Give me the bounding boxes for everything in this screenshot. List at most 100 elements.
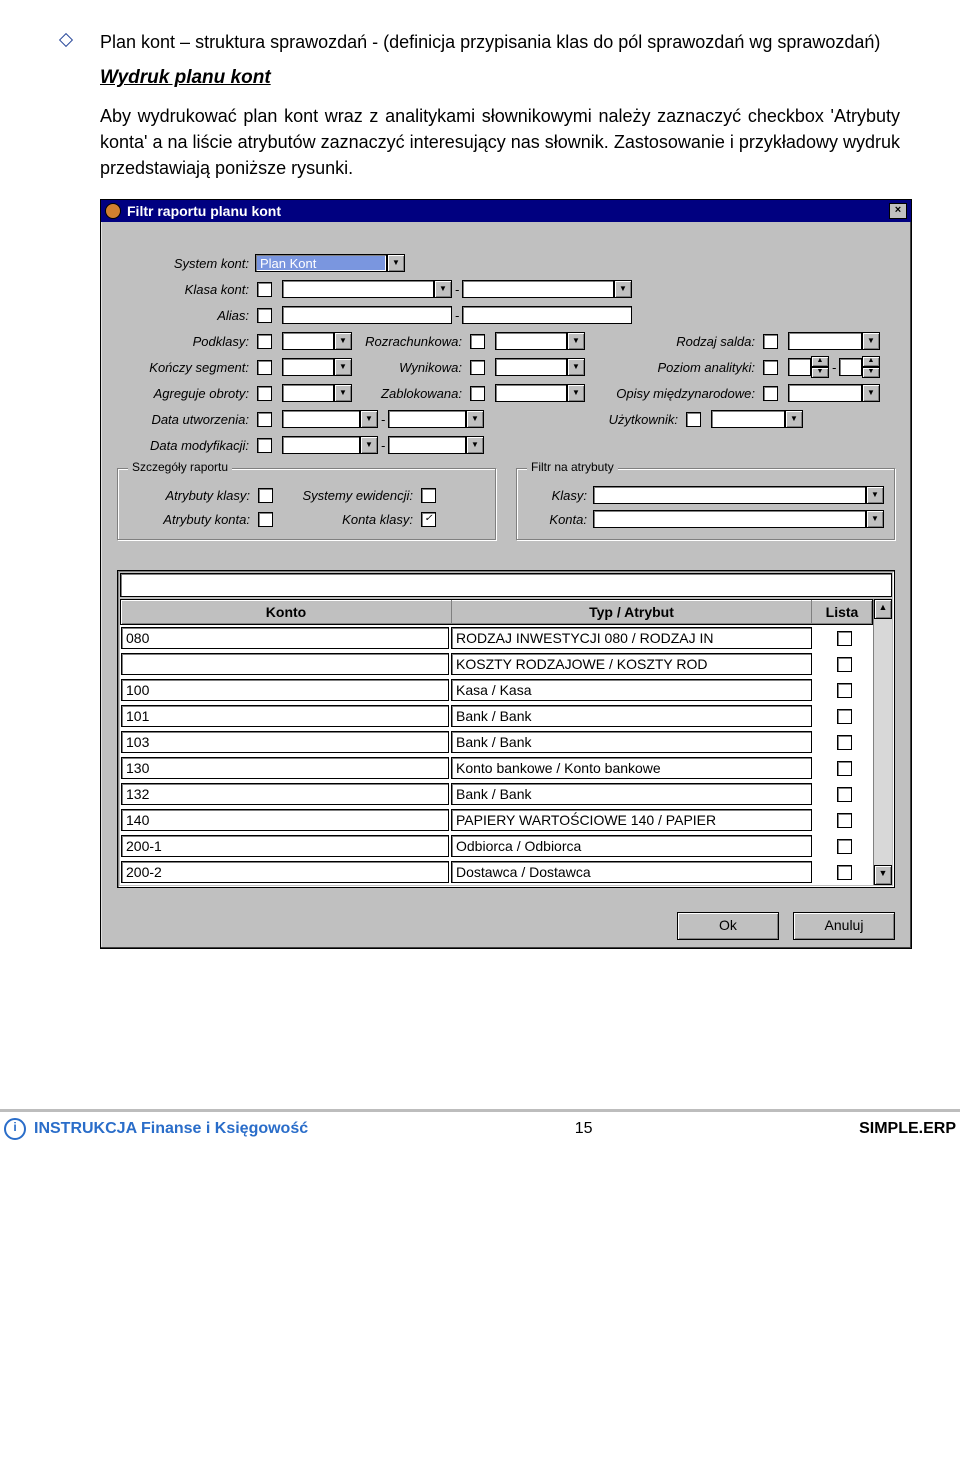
section-heading: Wydruk planu kont xyxy=(100,67,900,89)
dialog-titlebar[interactable]: Filtr raportu planu kont × xyxy=(101,200,911,222)
col-header-konto[interactable]: Konto xyxy=(121,600,452,624)
konczy-segment-checkbox[interactable] xyxy=(257,360,272,375)
poziom-analityki-checkbox[interactable] xyxy=(763,360,778,375)
grid-search-input[interactable] xyxy=(120,573,892,597)
info-icon: i xyxy=(4,1118,26,1140)
rodzaj-salda-combo[interactable]: ▼ xyxy=(788,332,880,350)
dialog-title: Filtr raportu planu kont xyxy=(127,203,281,219)
row-lista-checkbox[interactable] xyxy=(837,865,852,880)
row-lista-checkbox[interactable] xyxy=(837,813,852,828)
alias-from[interactable] xyxy=(282,306,452,324)
wynikowa-combo[interactable]: ▼ xyxy=(495,358,585,376)
data-utworzenia-from[interactable]: ▼ xyxy=(282,410,378,428)
data-grid: Konto Typ / Atrybut Lista 080RODZAJ INWE… xyxy=(117,570,895,888)
alias-checkbox[interactable] xyxy=(257,308,272,323)
col-header-lista[interactable]: Lista xyxy=(812,600,872,624)
footer-brand: SIMPLE.ERP xyxy=(859,1120,956,1138)
table-row[interactable]: 200-2Dostawca / Dostawca xyxy=(120,859,873,885)
group-filtr-atrybuty: Filtr na atrybuty Klasy: ▼ Konta: ▼ xyxy=(516,468,895,540)
konczy-segment-combo[interactable]: ▼ xyxy=(282,358,352,376)
table-row[interactable]: 200-1Odbiorca / Odbiorca xyxy=(120,833,873,859)
footer-page-number: 15 xyxy=(575,1120,593,1138)
table-row[interactable]: 132Bank / Bank xyxy=(120,781,873,807)
podklasy-combo[interactable]: ▼ xyxy=(282,332,352,350)
data-utworzenia-checkbox[interactable] xyxy=(257,412,272,427)
table-row[interactable]: 101Bank / Bank xyxy=(120,703,873,729)
diamond-icon xyxy=(60,34,72,46)
system-kont-combo[interactable]: Plan Kont ▼ xyxy=(255,254,405,272)
rodzaj-salda-checkbox[interactable] xyxy=(763,334,778,349)
label-agreguje-obroty: Agreguje obroty: xyxy=(117,386,255,401)
uzytkownik-combo[interactable]: ▼ xyxy=(711,410,803,428)
table-row[interactable]: 080RODZAJ INWESTYCJI 080 / RODZAJ IN xyxy=(120,625,873,651)
uzytkownik-checkbox[interactable] xyxy=(686,412,701,427)
label-konczy-segment: Kończy segment: xyxy=(117,360,255,375)
cancel-button[interactable]: Anuluj xyxy=(793,912,895,940)
row-lista-checkbox[interactable] xyxy=(837,657,852,672)
label-atrybuty-klasy: Atrybuty klasy: xyxy=(128,488,256,503)
chevron-down-icon[interactable]: ▼ xyxy=(387,254,405,272)
atrybuty-konta-checkbox[interactable] xyxy=(258,512,273,527)
systemy-ewidencji-checkbox[interactable] xyxy=(421,488,436,503)
bullet-item: Plan kont – struktura sprawozdań - (defi… xyxy=(60,30,900,55)
label-system-kont: System kont: xyxy=(117,256,255,271)
zablokowana-checkbox[interactable] xyxy=(470,386,485,401)
wynikowa-checkbox[interactable] xyxy=(470,360,485,375)
klasa-kont-to[interactable]: ▼ xyxy=(462,280,632,298)
footer-title: INSTRUKCJA Finanse i Księgowość xyxy=(34,1120,308,1138)
label-data-modyfikacji: Data modyfikacji: xyxy=(117,438,255,453)
label-systemy-ewidencji: Systemy ewidencji: xyxy=(273,488,419,503)
filtr-konta-combo[interactable]: ▼ xyxy=(593,510,884,528)
row-lista-checkbox[interactable] xyxy=(837,839,852,854)
table-row[interactable]: 130Konto bankowe / Konto bankowe xyxy=(120,755,873,781)
konta-klasy-checkbox[interactable] xyxy=(421,512,436,527)
scroll-down-icon[interactable]: ▼ xyxy=(874,865,892,885)
label-opisy-miedzynarodowe: Opisy międzynarodowe: xyxy=(585,386,761,401)
label-rozrachunkowa: Rozrachunkowa: xyxy=(352,334,468,349)
group-szczegoly-legend: Szczegóły raportu xyxy=(128,460,232,474)
data-modyfikacji-from[interactable]: ▼ xyxy=(282,436,378,454)
row-lista-checkbox[interactable] xyxy=(837,761,852,776)
alias-to[interactable] xyxy=(462,306,632,324)
data-modyfikacji-to[interactable]: ▼ xyxy=(388,436,484,454)
agreguje-obroty-combo[interactable]: ▼ xyxy=(282,384,352,402)
intro-paragraph: Aby wydrukować plan kont wraz z analityk… xyxy=(100,103,900,181)
label-alias: Alias: xyxy=(117,308,255,323)
rozrachunkowa-checkbox[interactable] xyxy=(470,334,485,349)
label-uzytkownik: Użytkownik: xyxy=(484,412,684,427)
label-data-utworzenia: Data utworzenia: xyxy=(117,412,255,427)
label-klasa-kont: Klasa kont: xyxy=(117,282,255,297)
opisy-miedzynarodowe-combo[interactable]: ▼ xyxy=(788,384,880,402)
close-icon[interactable]: × xyxy=(889,203,907,219)
table-row[interactable]: 100Kasa / Kasa xyxy=(120,677,873,703)
row-lista-checkbox[interactable] xyxy=(837,735,852,750)
group-szczegoly-raportu: Szczegóły raportu Atrybuty klasy: System… xyxy=(117,468,496,540)
podklasy-checkbox[interactable] xyxy=(257,334,272,349)
row-lista-checkbox[interactable] xyxy=(837,787,852,802)
zablokowana-combo[interactable]: ▼ xyxy=(495,384,585,402)
row-lista-checkbox[interactable] xyxy=(837,709,852,724)
rozrachunkowa-combo[interactable]: ▼ xyxy=(495,332,585,350)
filtr-klasy-combo[interactable]: ▼ xyxy=(593,486,884,504)
table-row[interactable]: 140PAPIERY WARTOŚCIOWE 140 / PAPIER xyxy=(120,807,873,833)
agreguje-obroty-checkbox[interactable] xyxy=(257,386,272,401)
vertical-scrollbar[interactable]: ▲ ▼ xyxy=(873,599,892,885)
label-podklasy: Podklasy: xyxy=(117,334,255,349)
opisy-miedzynarodowe-checkbox[interactable] xyxy=(763,386,778,401)
table-row[interactable]: KOSZTY RODZAJOWE / KOSZTY ROD xyxy=(120,651,873,677)
poziom-analityki-spin[interactable]: ▲▼ - ▲▼ xyxy=(788,356,880,378)
label-poziom-analityki: Poziom analityki: xyxy=(585,360,761,375)
row-lista-checkbox[interactable] xyxy=(837,683,852,698)
data-utworzenia-to[interactable]: ▼ xyxy=(388,410,484,428)
data-modyfikacji-checkbox[interactable] xyxy=(257,438,272,453)
klasa-kont-checkbox[interactable] xyxy=(257,282,272,297)
label-rodzaj-salda: Rodzaj salda: xyxy=(585,334,761,349)
table-row[interactable]: 103Bank / Bank xyxy=(120,729,873,755)
atrybuty-klasy-checkbox[interactable] xyxy=(258,488,273,503)
scroll-up-icon[interactable]: ▲ xyxy=(874,599,892,619)
klasa-kont-from[interactable]: ▼ xyxy=(282,280,452,298)
col-header-typ[interactable]: Typ / Atrybut xyxy=(452,600,812,624)
ok-button[interactable]: Ok xyxy=(677,912,779,940)
group-filtr-legend: Filtr na atrybuty xyxy=(527,460,618,474)
row-lista-checkbox[interactable] xyxy=(837,631,852,646)
